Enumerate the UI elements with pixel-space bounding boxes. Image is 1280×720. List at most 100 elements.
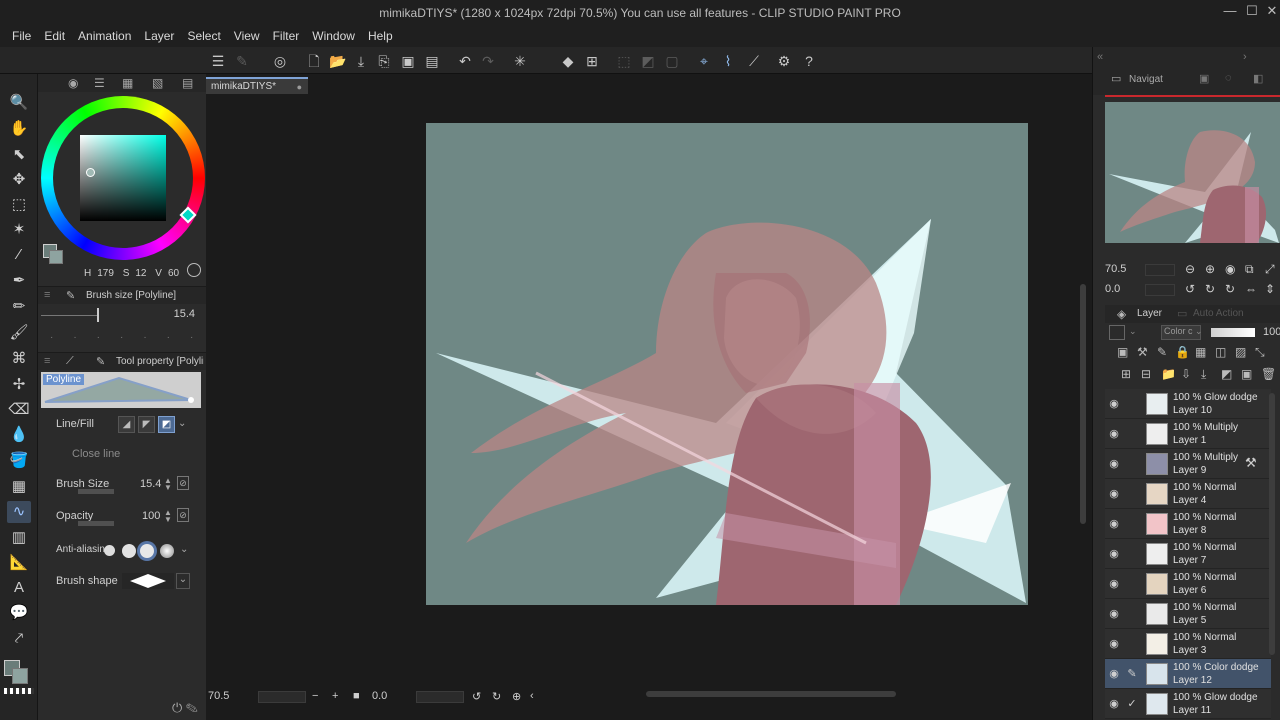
aa-strong-icon[interactable] bbox=[160, 544, 174, 558]
fit-window-icon[interactable]: ⧉ bbox=[1245, 262, 1254, 277]
palette-color-icon[interactable]: ▨ bbox=[1235, 345, 1246, 359]
flip-horizontal-icon[interactable]: ⇔ bbox=[1245, 282, 1257, 296]
brush-shape-preview[interactable] bbox=[122, 573, 174, 589]
eye-icon[interactable]: ◉ bbox=[1107, 577, 1121, 590]
airbrush-tool-icon[interactable]: ⌘ bbox=[7, 348, 31, 370]
vertical-scrollbar[interactable] bbox=[1078, 94, 1088, 698]
export-psd-icon[interactable]: ▤ bbox=[422, 51, 442, 71]
reset-rotation-icon[interactable]: ⊕ bbox=[512, 690, 521, 703]
balloon-tool-icon[interactable]: 💬 bbox=[7, 602, 31, 624]
draft-layer-icon[interactable]: ✎ bbox=[1157, 345, 1167, 359]
collapse-icon[interactable]: « bbox=[1097, 51, 1103, 63]
brush-size-spinner[interactable]: ▲ ▼ bbox=[164, 477, 172, 492]
grid-snap-icon[interactable]: ⟋ bbox=[744, 51, 764, 71]
zoom-tool-icon[interactable]: 🔍 bbox=[7, 92, 31, 114]
brush-size-presets[interactable]: ······· bbox=[50, 332, 198, 344]
document-tab[interactable]: mimikaDTIYS* ● bbox=[206, 77, 308, 94]
menu-file[interactable]: File bbox=[6, 29, 37, 43]
lock-layer-icon[interactable]: 🔒 bbox=[1175, 345, 1190, 359]
wheel-sub-color[interactable] bbox=[49, 250, 63, 264]
eye-icon[interactable]: ◉ bbox=[1107, 547, 1121, 560]
eye-icon[interactable]: ◉ bbox=[1107, 487, 1121, 500]
rotation-value[interactable]: 0.0 bbox=[372, 690, 387, 702]
blend-tool-icon[interactable]: 💧 bbox=[7, 424, 31, 446]
menu-layer[interactable]: Layer bbox=[138, 29, 180, 43]
save-icon[interactable]: ⤓ bbox=[351, 51, 371, 71]
layer-list-scrollbar[interactable] bbox=[1269, 393, 1275, 655]
export-icon[interactable]: ⎘ bbox=[374, 51, 394, 71]
menu-animation[interactable]: Animation bbox=[72, 29, 137, 43]
menu-select[interactable]: Select bbox=[181, 29, 226, 43]
vertical-scroll-thumb[interactable] bbox=[1080, 284, 1086, 524]
rotation-slider[interactable] bbox=[416, 691, 464, 703]
sub-tool-detail-icon[interactable]: ⟋ bbox=[66, 355, 74, 368]
layer-row[interactable]: ◉ 100 % Multiply Layer 9 ⚒ bbox=[1105, 449, 1271, 479]
reference-layer-icon[interactable]: ⚒ bbox=[1137, 345, 1148, 359]
color-mode-icon[interactable] bbox=[187, 263, 201, 277]
info-tab-icon[interactable]: ◌ bbox=[1225, 72, 1232, 84]
layer-row[interactable]: ◉ 100 % Normal Layer 5 bbox=[1105, 599, 1271, 629]
item-bank-tab-icon[interactable]: ◧ bbox=[1253, 72, 1263, 85]
lock-transparency-icon[interactable]: ▦ bbox=[1195, 345, 1206, 359]
menu-view[interactable]: View bbox=[228, 29, 266, 43]
layer-tab[interactable]: Layer bbox=[1137, 308, 1162, 319]
auto-select-tool-icon[interactable]: ✶ bbox=[7, 219, 31, 241]
create-line-and-fill-button[interactable]: ◩ bbox=[158, 416, 175, 433]
opacity-pressure-icon[interactable]: ⊘ bbox=[177, 508, 189, 522]
panel-menu-icon[interactable]: ≡ bbox=[44, 289, 50, 301]
hamburger-menu-icon[interactable]: ☰ bbox=[208, 51, 228, 71]
fit-icon[interactable]: ■ bbox=[353, 690, 360, 702]
navigator-rotation-slider[interactable] bbox=[1145, 284, 1175, 296]
rotate-right-icon[interactable]: ↻ bbox=[1205, 282, 1215, 296]
color-wheel-tab-icon[interactable]: ◉ bbox=[68, 76, 78, 90]
layer-color-box[interactable] bbox=[1109, 325, 1125, 340]
expand-icon[interactable]: › bbox=[1243, 51, 1247, 63]
document-close-icon[interactable]: ● bbox=[297, 82, 302, 92]
eye-icon[interactable]: ◉ bbox=[1107, 517, 1121, 530]
transform-icon[interactable]: ⊞ bbox=[582, 51, 602, 71]
panel-menu-icon[interactable]: ≡ bbox=[44, 355, 50, 367]
eye-icon[interactable]: ◉ bbox=[1107, 637, 1121, 650]
hand-tool-icon[interactable]: ✋ bbox=[7, 118, 31, 140]
brush-size-prop-value[interactable]: 15.4 bbox=[140, 478, 161, 490]
eyedropper-tool-icon[interactable]: ⁄ bbox=[7, 244, 31, 266]
eye-icon[interactable]: ◉ bbox=[1107, 697, 1121, 710]
eye-icon[interactable]: ◉ bbox=[1107, 427, 1121, 440]
clip-layer-icon[interactable]: ▣ bbox=[1117, 345, 1128, 359]
layer-color-icon[interactable]: ⤡ bbox=[1255, 345, 1265, 360]
brush-size-mini-slider[interactable] bbox=[78, 489, 114, 494]
layer-row[interactable]: ◉ 100 % Normal Layer 4 bbox=[1105, 479, 1271, 509]
clip-studio-icon[interactable]: ◎ bbox=[270, 51, 290, 71]
quick-access-icon[interactable]: ✎ bbox=[232, 51, 252, 71]
layer-opacity-slider[interactable] bbox=[1211, 328, 1255, 337]
navigator-rotation-value[interactable]: 0.0 bbox=[1105, 283, 1120, 295]
apply-mask-icon[interactable]: ▣ bbox=[1241, 367, 1252, 381]
layer-opacity-value[interactable]: 100 bbox=[1263, 326, 1280, 338]
navigator-zoom-slider[interactable] bbox=[1145, 264, 1175, 276]
drawing-canvas[interactable] bbox=[426, 123, 1028, 605]
new-file-icon[interactable]: 🗋 bbox=[304, 51, 324, 71]
eye-icon[interactable]: ◉ bbox=[1107, 607, 1121, 620]
special-ruler-snap-icon[interactable]: ⌇ bbox=[718, 51, 738, 71]
help-icon[interactable]: ? bbox=[799, 51, 819, 71]
gradient-tool-icon[interactable]: ▦ bbox=[7, 476, 31, 498]
loading-icon[interactable]: ✳ bbox=[510, 51, 530, 71]
layer-row[interactable]: ◉ 100 % Glow dodge Layer 10 bbox=[1105, 389, 1271, 419]
eraser-tool-icon[interactable]: ⌫ bbox=[7, 399, 31, 421]
new-raster-layer-icon[interactable]: ⊞ bbox=[1121, 367, 1131, 381]
rotate-left-icon[interactable]: ↺ bbox=[472, 690, 481, 703]
pressure-settings-icon[interactable]: ⊘ bbox=[177, 476, 189, 490]
fill-tool-icon[interactable]: 🪣 bbox=[7, 450, 31, 472]
fill-selection-icon[interactable]: ◩ bbox=[638, 51, 658, 71]
mask-icon[interactable]: ◫ bbox=[1215, 345, 1226, 359]
transparent-color-swatch[interactable] bbox=[4, 688, 34, 694]
layer-row[interactable]: ◉ 100 % Normal Layer 3 bbox=[1105, 629, 1271, 659]
opacity-mini-slider[interactable] bbox=[78, 521, 114, 526]
layer-row[interactable]: ◉ 100 % Normal Layer 7 bbox=[1105, 539, 1271, 569]
sv-picker-marker[interactable] bbox=[86, 168, 95, 177]
color-wheel[interactable] bbox=[41, 96, 205, 260]
layer-row[interactable]: ◉ 100 % Normal Layer 8 bbox=[1105, 509, 1271, 539]
open-file-icon[interactable]: 📂 bbox=[328, 51, 348, 71]
auto-action-icon[interactable]: ▭ bbox=[1177, 307, 1187, 320]
frame-border-tool-icon[interactable]: ▥ bbox=[7, 527, 31, 549]
